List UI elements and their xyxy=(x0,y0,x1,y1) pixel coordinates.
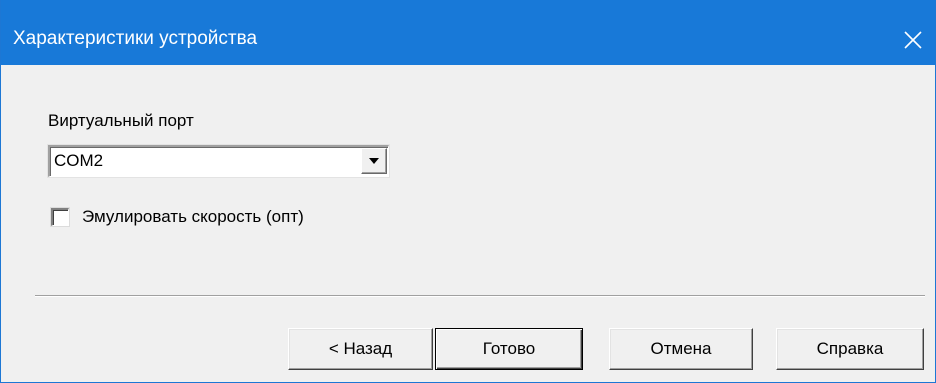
close-icon xyxy=(904,31,922,49)
emulate-speed-checkbox[interactable] xyxy=(51,208,69,226)
title-bar: Характеристики устройства xyxy=(1,0,935,65)
separator xyxy=(35,295,925,297)
virtual-port-select[interactable]: COM2 xyxy=(48,145,389,177)
cancel-button[interactable]: Отмена xyxy=(609,328,753,370)
emulate-speed-option[interactable]: Эмулировать скорость (опт) xyxy=(51,205,304,229)
emulate-speed-label: Эмулировать скорость (опт) xyxy=(82,207,304,226)
close-button[interactable] xyxy=(891,18,935,62)
triangle-down-icon xyxy=(369,158,379,164)
virtual-port-dropdown-button[interactable] xyxy=(361,148,387,174)
device-properties-dialog: Характеристики устройства Виртуальный по… xyxy=(0,0,936,383)
dialog-body: Виртуальный порт COM2 Эмулировать скорос… xyxy=(1,65,935,382)
window-title: Характеристики устройства xyxy=(13,28,258,49)
back-button[interactable]: < Назад xyxy=(288,328,433,370)
virtual-port-value: COM2 xyxy=(54,151,104,170)
virtual-port-label: Виртуальный порт xyxy=(48,111,194,130)
finish-button[interactable]: Готово xyxy=(435,328,583,370)
help-button[interactable]: Справка xyxy=(776,328,924,370)
